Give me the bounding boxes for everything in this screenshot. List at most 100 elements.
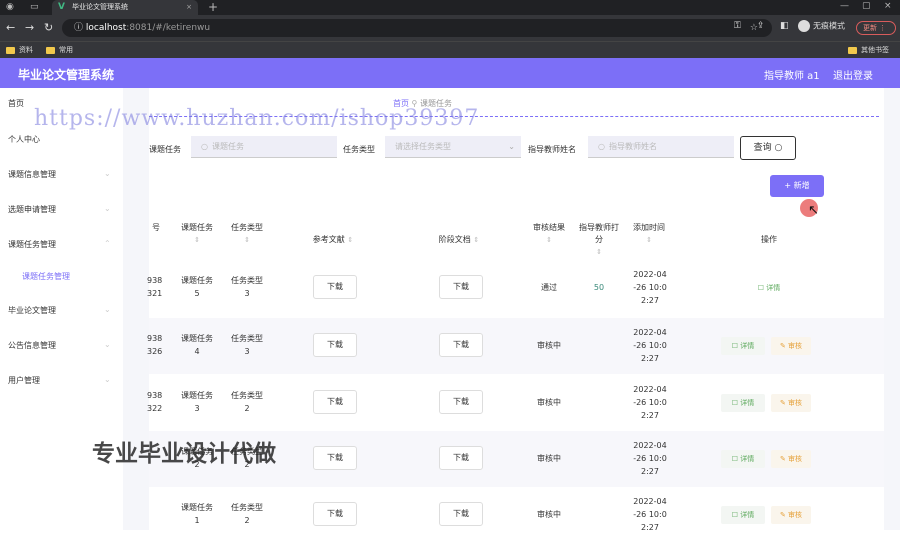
type-select[interactable]: 请选择任务类型 ⌄: [385, 136, 521, 158]
browser-tab[interactable]: V 毕业论文管理系统 ×: [52, 0, 198, 15]
sort-icon: ⇕: [347, 236, 354, 244]
col-header-task[interactable]: 课题任务 ⇕: [175, 222, 219, 246]
teacher-search-input[interactable]: ○ 指导教师姓名: [588, 136, 734, 158]
download-ref-button[interactable]: 下载: [313, 502, 357, 526]
back-icon[interactable]: ←: [6, 21, 15, 34]
col-header-score[interactable]: 指导教师打分 ⇕: [577, 222, 621, 258]
sidebar-item-users[interactable]: 用户管理: [8, 375, 40, 386]
review-button[interactable]: ✎ 审核: [771, 450, 811, 468]
sidebar-item-notices[interactable]: 公告信息管理: [8, 340, 56, 351]
download-doc-button[interactable]: 下载: [439, 333, 483, 357]
detail-button[interactable]: ☐ 详情: [721, 450, 765, 468]
share-icon[interactable]: ⇪: [757, 21, 765, 31]
sidebar-item-topics[interactable]: 课题信息管理: [8, 169, 56, 180]
folder-icon: [848, 46, 857, 54]
cell-time: 2022-04 -26 10:0 2:27: [633, 441, 667, 476]
tab-title: 毕业论文管理系统: [72, 3, 128, 11]
col-header-no[interactable]: 号: [149, 222, 163, 234]
teacher-placeholder: 指导教师姓名: [608, 142, 657, 151]
forward-icon[interactable]: →: [25, 21, 34, 34]
watermark-url: https://www.huzhan.com/ishop39397: [34, 106, 480, 131]
sidebar-item-profile[interactable]: 个人中心: [8, 134, 40, 145]
download-ref-button[interactable]: 下载: [313, 446, 357, 470]
browser-menu-icon[interactable]: ◉: [6, 2, 14, 12]
table-row: 938 326 课题任务 4 任务类型 3 下载 下载 审核中 2022-04 -26 10…: [147, 318, 884, 374]
detail-button[interactable]: ☐ 详情: [721, 394, 765, 412]
cell-no: 938 326: [147, 334, 163, 356]
sidebar-item-tasks[interactable]: 课题任务管理: [8, 239, 56, 250]
download-doc-button[interactable]: 下载: [439, 275, 483, 299]
sidebar-item-home[interactable]: 首页: [8, 98, 24, 109]
table-row: 938 322 课题任务 3 任务类型 2 下载 下载 审核中 2022-04 -26 10…: [147, 375, 884, 431]
sidebar-subitem-task-manage[interactable]: 课题任务管理: [22, 271, 70, 282]
logout-link[interactable]: 退出登录: [833, 67, 873, 82]
col-time-label: 添加时间: [633, 223, 665, 232]
download-doc-button[interactable]: 下载: [439, 390, 483, 414]
chevron-down-icon: ⌄: [104, 340, 111, 349]
review-button[interactable]: ✎ 审核: [771, 394, 811, 412]
new-tab-icon[interactable]: +: [208, 0, 218, 14]
overlay-banner: 专业毕业设计代做: [92, 441, 276, 467]
key-icon[interactable]: ⚿: [734, 21, 741, 31]
folder-icon: [6, 46, 15, 54]
tab-close-icon[interactable]: ×: [186, 0, 192, 15]
download-doc-button[interactable]: 下载: [439, 502, 483, 526]
col-no-label: 号: [152, 223, 160, 232]
browser-tab-bar: ◉ ▭ V 毕业论文管理系统 × + — ▢ ×: [0, 0, 900, 15]
reload-icon[interactable]: ↻: [44, 21, 53, 34]
detail-button[interactable]: ☐ 详情: [721, 506, 765, 524]
url-input[interactable]: ⓘ localhost:8081/#/ketirenwu ☆: [62, 19, 772, 37]
window-close-icon[interactable]: ×: [884, 1, 892, 11]
cell-status: 审核中: [537, 341, 561, 350]
col-header-time[interactable]: 添加时间 ⇕: [627, 222, 671, 246]
cell-type: 任务类型 2: [231, 503, 263, 525]
task-search-input[interactable]: ○ 课题任务: [191, 136, 337, 158]
sidepanel-icon[interactable]: ◧: [780, 21, 789, 31]
sidebar-item-theses[interactable]: 毕业论文管理: [8, 305, 56, 316]
sort-icon: ⇕: [473, 236, 480, 244]
maximize-icon[interactable]: ▢: [862, 1, 871, 11]
detail-button[interactable]: ☐ 详情: [721, 337, 765, 355]
sort-icon: ⇕: [596, 248, 602, 256]
cell-time: 2022-04 -26 10:0 2:27: [633, 270, 667, 305]
download-ref-button[interactable]: 下载: [313, 275, 357, 299]
download-ref-button[interactable]: 下载: [313, 333, 357, 357]
cell-task: 课题任务 3: [181, 391, 213, 413]
other-bookmarks[interactable]: 其他书签: [848, 45, 889, 55]
table-row: 课题任务 1 任务类型 2 下载 下载 审核中 2022-04 -26 10:0 2:27…: [149, 487, 884, 543]
review-button[interactable]: ✎ 审核: [771, 506, 811, 524]
col-actions-label: 操作: [761, 235, 777, 244]
detail-button[interactable]: ☐ 详情: [747, 279, 791, 297]
download-ref-button[interactable]: 下载: [313, 390, 357, 414]
col-header-ref[interactable]: 参考文献 ⇕: [303, 234, 363, 246]
search-button[interactable]: 查询 ○: [740, 136, 796, 160]
search-icon: ○: [201, 142, 208, 151]
chevron-down-icon: ⌄: [104, 305, 111, 314]
bookmark-folder-2[interactable]: 常用: [46, 45, 73, 55]
cell-no: 938 321: [147, 276, 163, 298]
bookmark-folder-1[interactable]: 资料: [6, 45, 33, 55]
tab-search-icon[interactable]: ▭: [30, 2, 39, 12]
review-button[interactable]: ✎ 审核: [771, 337, 811, 355]
cell-type: 任务类型 3: [231, 276, 263, 298]
url-path: :8081/#/ketirenwu: [126, 23, 211, 33]
sort-icon: ⇕: [646, 236, 652, 244]
col-status-label: 审核结果: [533, 223, 565, 232]
add-button[interactable]: + 新增: [770, 175, 824, 197]
chevron-down-icon: ⌄: [104, 169, 111, 178]
type-filter-label: 任务类型: [343, 145, 375, 154]
update-button[interactable]: 更新 ⋮: [856, 21, 896, 35]
sidebar-item-applications[interactable]: 选题申请管理: [8, 204, 56, 215]
mouse-cursor-icon: ↖: [808, 203, 819, 218]
col-type-label: 任务类型: [231, 223, 263, 232]
minimize-icon[interactable]: —: [840, 1, 849, 11]
col-header-doc[interactable]: 阶段文档 ⇕: [429, 234, 489, 246]
incognito-indicator[interactable]: 无痕模式: [798, 20, 845, 32]
app-title: 毕业论文管理系统: [18, 68, 115, 82]
cell-status: 审核中: [537, 454, 561, 463]
col-header-type[interactable]: 任务类型 ⇕: [225, 222, 269, 246]
cell-score: 50: [593, 283, 605, 292]
download-doc-button[interactable]: 下载: [439, 446, 483, 470]
url-host: localhost: [85, 23, 127, 33]
col-header-status[interactable]: 审核结果 ⇕: [527, 222, 571, 246]
